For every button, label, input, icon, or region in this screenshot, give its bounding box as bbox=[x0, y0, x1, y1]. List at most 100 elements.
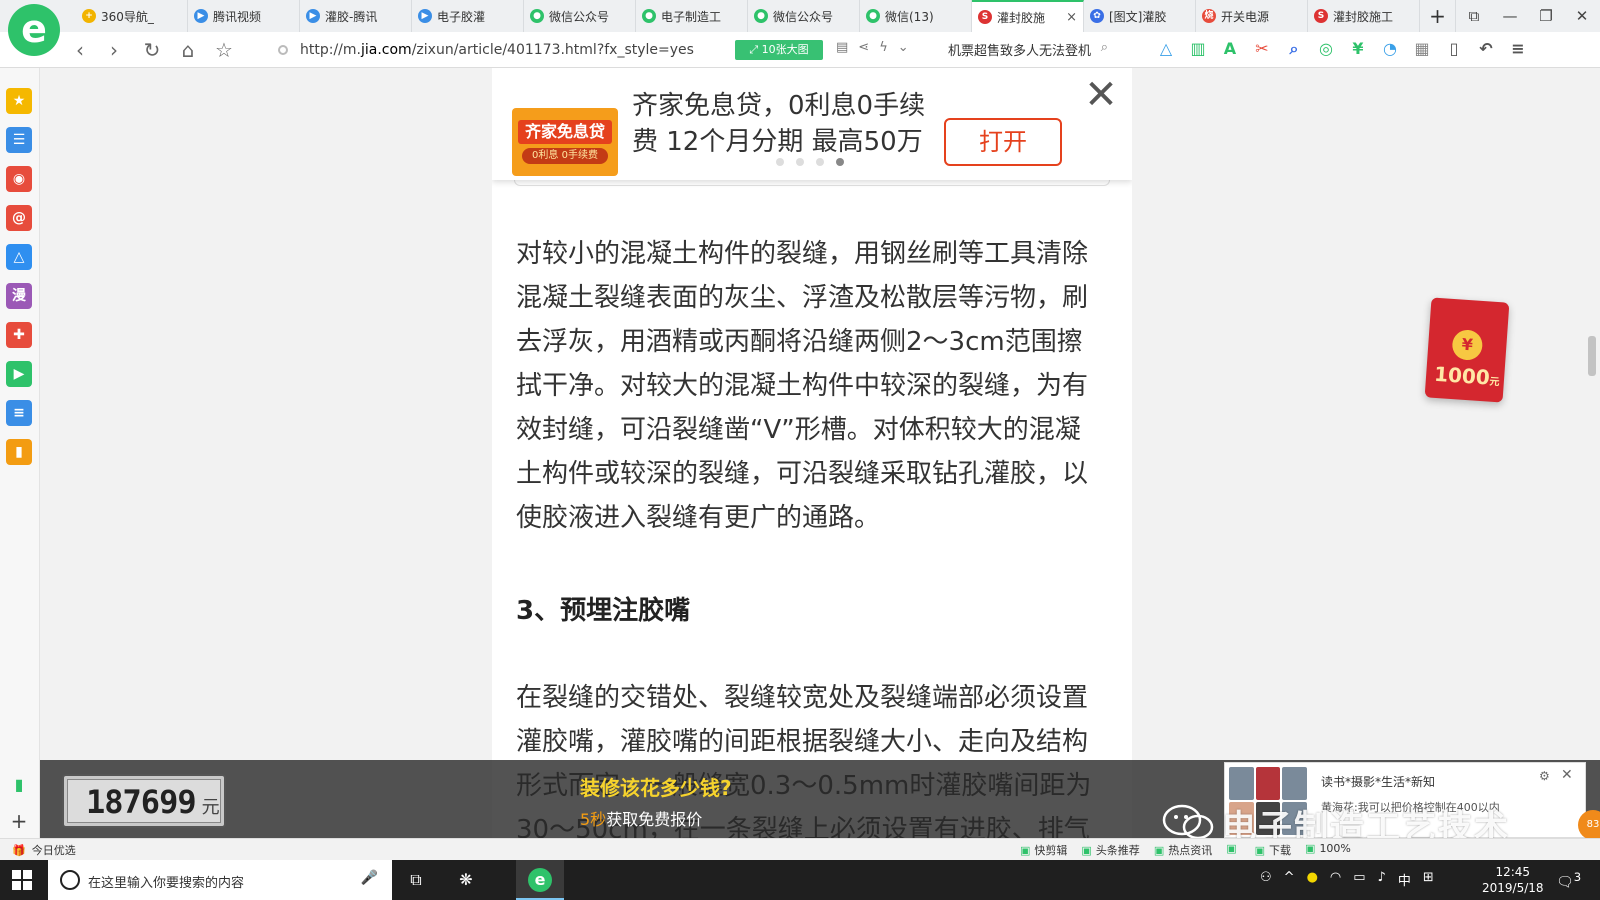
back-icon[interactable]: ‹ bbox=[66, 36, 94, 64]
share-icon[interactable]: ⋖ bbox=[858, 40, 869, 55]
ad-thumbnail[interactable]: 齐家免息贷 0利息 0手续费 bbox=[512, 108, 618, 176]
microphone-icon[interactable]: 🎤 bbox=[361, 870, 378, 886]
tab[interactable]: ● 电子制造工 bbox=[636, 0, 748, 32]
search-icon[interactable]: ⌕ bbox=[1101, 40, 1108, 55]
app-tray-icon[interactable]: ● bbox=[1307, 870, 1318, 889]
carousel-dot[interactable] bbox=[796, 158, 804, 166]
hot-news[interactable]: ▣ 热点资讯 bbox=[1154, 842, 1212, 858]
document-icon[interactable]: ≡ bbox=[6, 400, 32, 426]
home-icon[interactable]: ⌂ bbox=[174, 36, 202, 64]
tab[interactable]: ● 微信公众号 bbox=[524, 0, 636, 32]
tab[interactable]: ● 微信(13) bbox=[860, 0, 972, 32]
volume-icon[interactable]: ♪ bbox=[1378, 870, 1386, 889]
reader-icon[interactable]: ▤ bbox=[836, 40, 848, 55]
battery-icon[interactable]: ▮ bbox=[6, 772, 32, 798]
tab[interactable]: +360导航_ bbox=[76, 0, 188, 32]
tab[interactable]: S 灌封胶施工 bbox=[1308, 0, 1420, 32]
app-icon[interactable]: ❋ bbox=[454, 868, 478, 892]
restore-tabs-icon[interactable]: ⧉ bbox=[1456, 0, 1492, 32]
carousel-dot-active[interactable] bbox=[836, 158, 844, 166]
menu-icon[interactable]: ≡ bbox=[1508, 39, 1528, 59]
tab[interactable]: ● 微信公众号 bbox=[748, 0, 860, 32]
add-sidebar-icon[interactable]: + bbox=[6, 808, 32, 834]
tab[interactable]: 烧开关电源 bbox=[1196, 0, 1308, 32]
tab[interactable]: ✿ [图文]灌胶 bbox=[1084, 0, 1196, 32]
battery-icon[interactable]: ▭ bbox=[1353, 870, 1365, 889]
favorites-icon[interactable]: ★ bbox=[6, 88, 32, 114]
game-icon[interactable]: ✚ bbox=[6, 322, 32, 348]
money-icon[interactable]: ¥ bbox=[1348, 39, 1368, 59]
keyboard-icon[interactable]: ⊞ bbox=[1423, 870, 1434, 889]
gear-icon[interactable]: ⚙ bbox=[1539, 769, 1550, 783]
overlay-title[interactable]: 装修该花多少钱? bbox=[580, 772, 732, 801]
forward-icon[interactable]: › bbox=[100, 36, 128, 64]
flash-icon[interactable]: ϟ bbox=[879, 40, 888, 55]
tab[interactable]: ▶ 电子胶灌 bbox=[412, 0, 524, 32]
notebook-icon[interactable]: ▮ bbox=[6, 439, 32, 465]
show-hidden-icon[interactable]: ^ bbox=[1284, 870, 1295, 889]
windows-start-icon[interactable] bbox=[12, 870, 32, 890]
refresh-icon[interactable]: ↻ bbox=[138, 36, 166, 64]
grid-icon[interactable]: ▦ bbox=[1412, 39, 1432, 59]
download[interactable]: ▣ 下载 bbox=[1255, 842, 1291, 858]
cloud-icon[interactable]: △ bbox=[1156, 39, 1176, 59]
scissors-icon[interactable]: ✂ bbox=[1252, 39, 1272, 59]
weibo-icon[interactable]: ◉ bbox=[6, 166, 32, 192]
favorite-star-icon[interactable]: ☆ bbox=[210, 36, 238, 64]
cloud-drive-icon[interactable]: △ bbox=[6, 244, 32, 270]
taskbar-browser-button[interactable]: e bbox=[516, 860, 564, 900]
ad-close-icon[interactable]: ✕ bbox=[1084, 75, 1118, 115]
minimize-icon[interactable]: — bbox=[1492, 0, 1528, 32]
book-icon[interactable]: ▥ bbox=[1188, 39, 1208, 59]
video-icon[interactable]: ▶ bbox=[6, 361, 32, 387]
task-view-icon[interactable]: ⧉ bbox=[404, 868, 428, 892]
magnifier-icon[interactable]: ⌕ bbox=[1284, 39, 1304, 59]
chevron-down-icon[interactable]: ⌄ bbox=[898, 40, 909, 55]
wifi-icon[interactable]: ◠ bbox=[1330, 870, 1341, 889]
comic-icon[interactable]: 漫 bbox=[6, 283, 32, 309]
tab-favicon-icon: + bbox=[82, 9, 96, 23]
carousel-dot[interactable] bbox=[816, 158, 824, 166]
people-icon[interactable]: ⚇ bbox=[1260, 870, 1272, 889]
red-envelope-button[interactable]: ¥ 1000元 bbox=[1424, 297, 1510, 403]
headline-recommend[interactable]: ▣ 头条推荐 bbox=[1081, 842, 1139, 858]
quick-edit[interactable]: ▣ 快剪辑 bbox=[1020, 842, 1067, 858]
close-icon[interactable]: ✕ bbox=[1561, 767, 1573, 783]
new-tab-button[interactable]: + bbox=[1420, 0, 1456, 32]
tab[interactable]: ▶ 灌胶-腾讯 bbox=[300, 0, 412, 32]
mail-icon[interactable]: @ bbox=[6, 205, 32, 231]
page-scrollbar-thumb[interactable] bbox=[1588, 336, 1596, 376]
translate-icon[interactable]: A bbox=[1220, 39, 1240, 59]
close-window-icon[interactable]: ✕ bbox=[1564, 0, 1600, 32]
news-icon[interactable]: ☰ bbox=[6, 127, 32, 153]
status-label: 下载 bbox=[1269, 844, 1292, 857]
chat-icon[interactable]: ◔ bbox=[1380, 39, 1400, 59]
tab-favicon-icon: S bbox=[978, 10, 992, 24]
clock[interactable]: 12:45 2019/5/18 bbox=[1482, 864, 1544, 896]
big-picture-button[interactable]: ⤢ 10张大图 bbox=[735, 40, 823, 60]
zoom-level[interactable]: ▣ 100% bbox=[1305, 842, 1351, 858]
browser-logo-icon[interactable]: e bbox=[8, 4, 60, 56]
taskbar-search[interactable]: 在这里输入你要搜索的内容 🎤 bbox=[48, 860, 392, 900]
ad-banner[interactable]: 齐家免息贷 0利息 0手续费 齐家免息贷，0利息0手续费 12个月分期 最高50… bbox=[492, 68, 1132, 180]
maximize-icon[interactable]: ❐ bbox=[1528, 0, 1564, 32]
cortana-icon[interactable] bbox=[60, 870, 80, 890]
undo-icon[interactable]: ↶ bbox=[1476, 39, 1496, 59]
tab-close-icon[interactable]: × bbox=[1066, 10, 1077, 25]
tablet-icon[interactable]: ▯ bbox=[1444, 39, 1464, 59]
security-icon bbox=[278, 45, 288, 55]
today-picks[interactable]: 🎁 今日优选 bbox=[12, 842, 76, 858]
notification-bubble[interactable]: 83 bbox=[1578, 810, 1600, 840]
tab[interactable]: ▶ 腾讯视频 bbox=[188, 0, 300, 32]
news-title[interactable]: 读书*摄影*生活*新知 bbox=[1321, 773, 1435, 790]
game-icon[interactable]: ◎ bbox=[1316, 39, 1336, 59]
search-box[interactable]: 机票超售致多人无法登机 ⌕ bbox=[948, 40, 1108, 59]
price-counter-unit: 元 bbox=[201, 797, 220, 818]
overlay-subtitle[interactable]: 5秒获取免费报价 bbox=[580, 806, 702, 830]
ad-open-button[interactable]: 打开 bbox=[944, 118, 1062, 166]
ime-indicator[interactable]: 中 bbox=[1398, 870, 1411, 889]
tab-active[interactable]: S 灌封胶施 × bbox=[972, 0, 1084, 32]
carousel-dot[interactable] bbox=[776, 158, 784, 166]
notification-center-icon[interactable]: 🗨3 bbox=[1556, 870, 1581, 891]
status-item[interactable]: ▣ bbox=[1226, 842, 1240, 858]
